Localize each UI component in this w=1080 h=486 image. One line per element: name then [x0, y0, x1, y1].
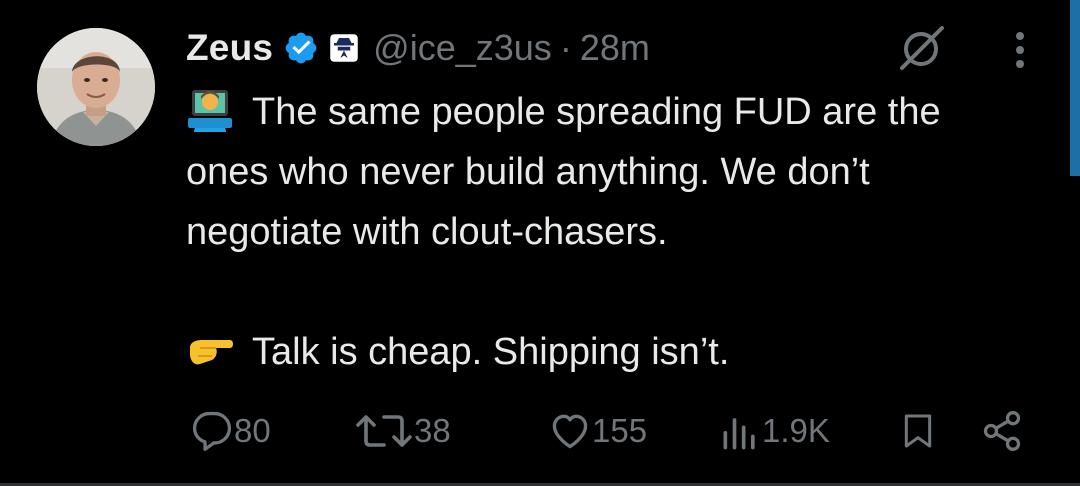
more-options-icon[interactable] [1002, 30, 1038, 70]
timestamp[interactable]: 28m [580, 27, 650, 69]
share-icon [983, 411, 1021, 451]
tweet-line-1: The same people spreading FUD are the on… [186, 91, 941, 253]
author-name[interactable]: Zeus [186, 27, 273, 69]
repost-button[interactable]: 38 [354, 406, 451, 456]
repost-count: 38 [414, 412, 451, 449]
reply-count: 80 [234, 412, 271, 449]
heart-icon [552, 414, 588, 449]
affiliate-badge-icon[interactable] [329, 33, 359, 63]
bookmark-button[interactable] [898, 406, 938, 456]
tweet-line-2: Talk is cheap. Shipping isn’t. [252, 331, 730, 373]
like-button[interactable]: 155 [548, 406, 647, 456]
scrollbar[interactable] [1070, 0, 1080, 176]
avatar[interactable] [37, 28, 155, 146]
views-button[interactable]: 1.9K [718, 406, 830, 456]
author-handle[interactable]: @ice_z3us [373, 27, 552, 69]
tweet-text: The same people spreading FUD are the on… [186, 82, 1026, 382]
action-bar: 80 38 155 1.9K [186, 406, 1036, 456]
reply-button[interactable]: 80 [190, 406, 271, 456]
views-chart-icon [723, 418, 755, 450]
views-count: 1.9K [762, 412, 830, 449]
pointing-right-emoji [190, 340, 233, 365]
repost-icon [356, 415, 412, 447]
tweet-paragraph: The same people spreading FUD are the on… [186, 82, 1026, 262]
like-count: 155 [592, 412, 648, 449]
bookmark-icon [904, 414, 932, 448]
technologist-emoji [188, 90, 232, 132]
share-button[interactable] [980, 406, 1024, 456]
tweet-header: Zeus @ice_z3us · 28m [186, 24, 650, 72]
separator-dot: · [559, 27, 572, 68]
reply-icon [192, 411, 232, 451]
tweet-paragraph: Talk is cheap. Shipping isn’t. [186, 322, 1026, 382]
avatar-image [37, 28, 155, 146]
grok-icon[interactable] [896, 24, 946, 74]
verified-badge-icon[interactable] [283, 30, 319, 66]
